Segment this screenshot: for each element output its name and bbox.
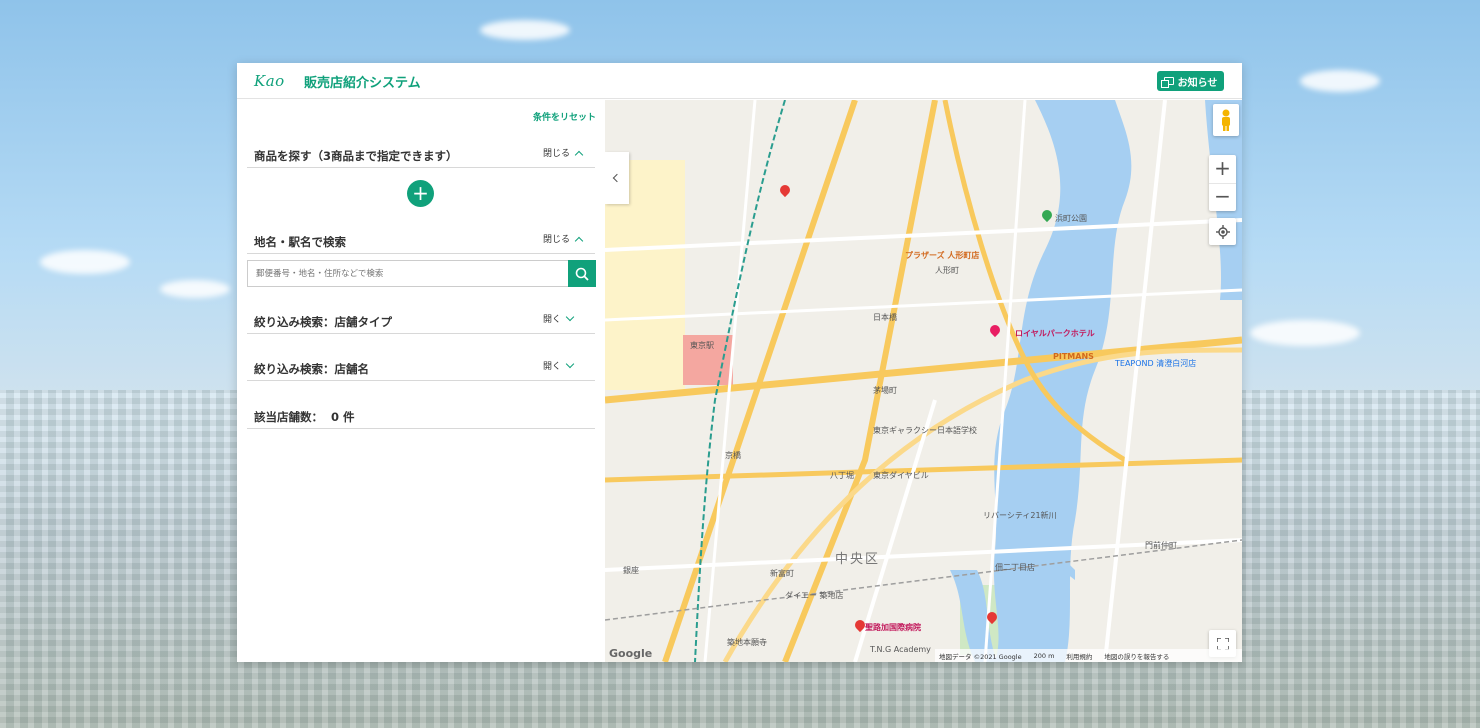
map-label-nihonbashi: 日本橋 <box>873 313 897 322</box>
crosshair-icon <box>1215 224 1230 239</box>
chevron-up-icon <box>574 236 584 245</box>
notice-button[interactable]: お知らせ <box>1157 71 1224 91</box>
map-label-district: 中央区 <box>835 552 881 567</box>
search-icon <box>575 267 589 281</box>
notice-button-label: お知らせ <box>1177 77 1218 89</box>
cloud <box>480 20 570 40</box>
chevron-left-icon <box>612 173 622 183</box>
window-icon <box>1160 77 1174 88</box>
map-label-kayabacho: 茅場町 <box>873 386 897 395</box>
map-label-hacchobori: 八丁堀 <box>830 471 854 480</box>
map-footer: 地図データ ©2021 Google 200 m 利用規約 地図の誤りを報告する <box>935 649 1242 662</box>
cloud <box>160 280 230 298</box>
cloud <box>1250 320 1360 346</box>
zoom-in-button[interactable]: + <box>1209 155 1236 183</box>
chevron-down-icon <box>565 359 575 369</box>
store-type-section-label: 絞り込み検索：店舗タイプ <box>254 315 392 329</box>
map-label-tsukudajima: 佃二丁目店 <box>995 563 1035 572</box>
app-window: Kao 販売店紹介システム お知らせ 条件をリセット 商品を探す（3商品まで指定… <box>237 63 1242 662</box>
map-canvas <box>605 100 1242 662</box>
toggle-label: 開く <box>543 315 562 325</box>
map-label-river-city: リバーシティ21新川 <box>983 511 1057 520</box>
location-section-label: 地名・駅名で検索 <box>254 235 346 249</box>
zoom-controls: + − <box>1209 155 1236 211</box>
cloud <box>40 250 130 274</box>
map-view[interactable]: 中央区 日本橋 東京駅 プラザーズ 人形町店 人形町 ロイヤルパークホテル PI… <box>605 100 1242 662</box>
product-search-section: 商品を探す（3商品まで指定できます） 閉じる <box>247 136 595 168</box>
map-label-kyobashi: 京橋 <box>725 451 741 460</box>
report-error-link[interactable]: 地図の誤りを報告する <box>1104 651 1169 661</box>
search-button[interactable] <box>568 260 596 287</box>
product-section-toggle[interactable]: 閉じる <box>543 146 584 159</box>
collapse-sidebar-button[interactable] <box>605 152 629 204</box>
result-count-value: 0 件 <box>331 410 355 424</box>
add-product-button[interactable]: + <box>407 180 434 207</box>
map-label-st-lukes: 聖路加国際病院 <box>865 623 921 632</box>
map-data-credit: 地図データ ©2021 Google <box>939 652 1022 661</box>
product-section-label: 商品を探す（3商品まで指定できます） <box>254 149 458 163</box>
store-name-section-label: 絞り込み検索：店舗名 <box>254 362 369 376</box>
map-label-tng: T.N.G Academy <box>870 645 931 654</box>
location-search-section: 地名・駅名で検索 閉じる <box>247 222 595 254</box>
location-search-input[interactable] <box>247 260 568 287</box>
my-location-button[interactable] <box>1209 218 1236 245</box>
result-count-label: 該当店舗数： <box>254 410 323 424</box>
cloud <box>1300 70 1380 92</box>
location-section-toggle[interactable]: 閉じる <box>543 232 584 245</box>
location-search <box>247 260 596 287</box>
reset-conditions-link[interactable]: 条件をリセット <box>533 110 596 123</box>
map-label-ningyocho: 人形町 <box>935 266 959 275</box>
terms-link[interactable]: 利用規約 <box>1066 651 1092 661</box>
store-type-section: 絞り込み検索：店舗タイプ 開く <box>247 302 595 334</box>
app-title: 販売店紹介システム <box>304 76 421 91</box>
toggle-label: 開く <box>543 362 562 372</box>
map-label-tokyo-station: 東京駅 <box>690 341 714 350</box>
map-label-daiei: ダイエー 築地店 <box>785 591 844 600</box>
zoom-out-button[interactable]: − <box>1209 183 1236 211</box>
toggle-label: 閉じる <box>543 149 571 159</box>
result-count: 該当店舗数： 0 件 <box>247 396 595 429</box>
store-name-section: 絞り込み検索：店舗名 開く <box>247 349 595 381</box>
map-label-galaxy-school: 東京ギャラクシー日本語学校 <box>873 426 977 435</box>
store-name-section-toggle[interactable]: 開く <box>543 359 575 372</box>
google-logo[interactable]: Google <box>609 647 652 660</box>
map-label-tokyo-daiyabiru: 東京ダイヤビル <box>873 471 929 480</box>
search-sidebar: 条件をリセット 商品を探す（3商品まで指定できます） 閉じる + 地名・駅名で検… <box>237 100 605 662</box>
map-label-plazas: プラザーズ 人形町店 <box>905 251 980 260</box>
fullscreen-icon <box>1216 637 1229 650</box>
chevron-down-icon <box>565 312 575 322</box>
map-label-pitmans: PITMANS <box>1053 352 1094 361</box>
street-view-button[interactable] <box>1213 104 1239 136</box>
store-type-section-toggle[interactable]: 開く <box>543 312 575 325</box>
map-scale[interactable]: 200 m <box>1034 652 1055 660</box>
pegman-icon <box>1222 109 1230 131</box>
app-header: Kao 販売店紹介システム お知らせ <box>237 63 1242 99</box>
map-label-tsukiji: 築地本願寺 <box>727 638 767 647</box>
toggle-label: 閉じる <box>543 235 571 245</box>
map-label-hamacho: 浜町公園 <box>1055 214 1087 223</box>
map-label-shin-tomicho: 新富町 <box>770 569 794 578</box>
kao-logo[interactable]: Kao <box>254 72 285 90</box>
map-label-monzennakacho: 門前仲町 <box>1145 541 1177 550</box>
map-label-royal-park: ロイヤルパークホテル <box>1015 329 1095 338</box>
map-label-teapond: TEAPOND 清澄白河店 <box>1115 359 1197 368</box>
map-label-ginza: 銀座 <box>623 566 639 575</box>
chevron-up-icon <box>574 150 584 159</box>
